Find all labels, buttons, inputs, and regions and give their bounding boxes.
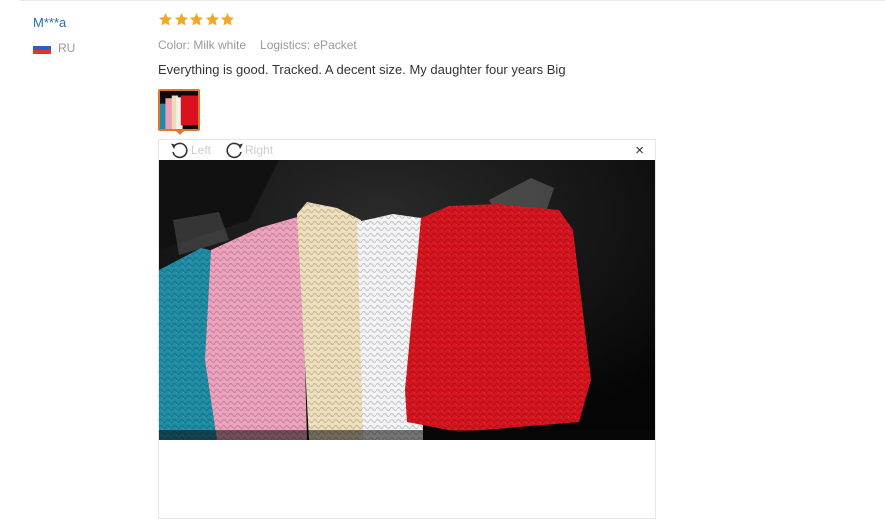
viewer-toolbar: Left Right [169,140,285,160]
russia-flag-icon [33,42,51,54]
star-icon [158,12,173,26]
thumbnail-active-pointer [175,130,185,135]
star-rating [158,12,236,27]
rotate-left-button[interactable]: Left [169,140,211,160]
close-icon[interactable]: × [635,143,644,158]
purchase-attributes: Color: Milk white Logistics: ePacket [158,38,357,52]
star-icon [205,12,219,26]
star-icon [174,12,188,26]
review-photo [159,160,655,440]
rotate-left-label: Left [191,143,212,157]
photo-viewer: Left Right × [158,139,656,519]
review-text: Everything is good. Tracked. A decent si… [158,62,566,77]
country-code: RU [58,41,76,55]
color-attribute: Color: Milk white [158,38,247,52]
rotate-right-icon [226,142,244,159]
rotate-right-button[interactable]: Right [223,140,273,160]
rotate-right-label: Right [245,143,274,157]
reviewer-country: RU [33,41,75,55]
star-icon [220,12,235,26]
rotate-left-icon [171,142,188,159]
logistics-attribute: Logistics: ePacket [260,38,357,52]
crochet-tube-tops-photo [159,160,655,440]
top-divider [20,0,885,1]
review-photo-thumbnail[interactable] [158,89,200,131]
star-icon [189,12,204,26]
reviewer-name[interactable]: M***a [33,15,66,30]
